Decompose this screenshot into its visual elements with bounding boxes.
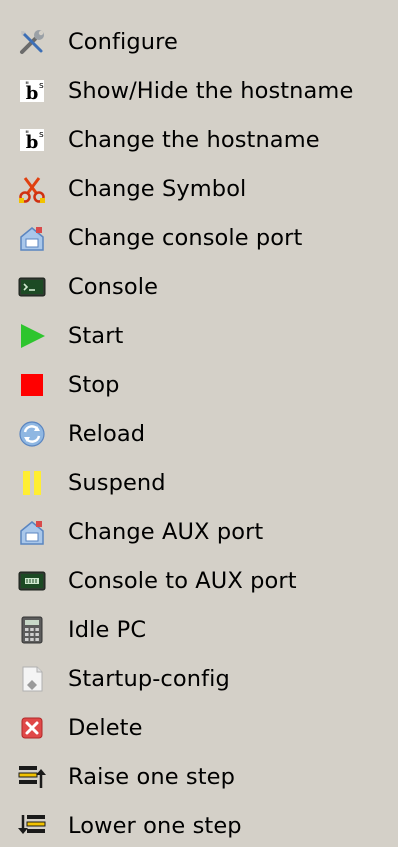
network-port-icon (14, 514, 50, 550)
svg-text:": " (25, 130, 29, 140)
menu-item-delete[interactable]: Delete (0, 703, 398, 752)
svg-text:": " (25, 81, 29, 91)
menu-item-change-symbol[interactable]: Change Symbol (0, 164, 398, 213)
menu-item-configure[interactable]: Configure (0, 17, 398, 66)
stop-icon (14, 367, 50, 403)
play-icon (14, 318, 50, 354)
menu-item-show-hide-hostname[interactable]: b " s Show/Hide the hostname (0, 66, 398, 115)
menu-item-console[interactable]: Console (0, 262, 398, 311)
menu-item-change-hostname[interactable]: b " s Change the hostname (0, 115, 398, 164)
menu-item-label: Lower one step (68, 812, 242, 839)
calculator-icon (14, 612, 50, 648)
menu-item-label: Delete (68, 714, 143, 741)
menu-item-label: Startup-config (68, 665, 230, 692)
hostname-text-icon: b " s (14, 73, 50, 109)
wrench-screwdriver-icon (14, 24, 50, 60)
menu-item-idle-pc[interactable]: Idle PC (0, 605, 398, 654)
network-port-icon (14, 220, 50, 256)
reload-icon (14, 416, 50, 452)
menu-item-stop[interactable]: Stop (0, 360, 398, 409)
scissors-icon (14, 171, 50, 207)
lower-layer-icon (14, 808, 50, 844)
menu-item-change-console-port[interactable]: Change console port (0, 213, 398, 262)
context-menu: Configure b " s Show/Hide the hostname b… (0, 0, 398, 847)
menu-item-console-to-aux-port[interactable]: Console to AUX port (0, 556, 398, 605)
menu-item-lower-one-step[interactable]: Lower one step (0, 801, 398, 850)
svg-text:s: s (39, 130, 44, 140)
aux-console-icon (14, 563, 50, 599)
delete-icon (14, 710, 50, 746)
hostname-text-icon: b " s (14, 122, 50, 158)
menu-item-label: Show/Hide the hostname (68, 77, 354, 104)
menu-item-label: Raise one step (68, 763, 235, 790)
menu-item-label: Configure (68, 28, 178, 55)
menu-item-label: Console to AUX port (68, 567, 297, 594)
menu-item-label: Change console port (68, 224, 303, 251)
menu-item-label: Reload (68, 420, 146, 447)
pause-icon (14, 465, 50, 501)
menu-item-label: Change AUX port (68, 518, 264, 545)
raise-layer-icon (14, 759, 50, 795)
menu-item-label: Stop (68, 371, 120, 398)
menu-item-start[interactable]: Start (0, 311, 398, 360)
menu-item-label: Change Symbol (68, 175, 247, 202)
menu-item-label: Suspend (68, 469, 166, 496)
config-document-icon (14, 661, 50, 697)
svg-text:s: s (39, 81, 44, 91)
menu-item-label: Start (68, 322, 124, 349)
menu-item-reload[interactable]: Reload (0, 409, 398, 458)
terminal-icon (14, 269, 50, 305)
menu-item-suspend[interactable]: Suspend (0, 458, 398, 507)
menu-item-label: Idle PC (68, 616, 147, 643)
menu-item-change-aux-port[interactable]: Change AUX port (0, 507, 398, 556)
menu-item-raise-one-step[interactable]: Raise one step (0, 752, 398, 801)
menu-item-label: Change the hostname (68, 126, 320, 153)
menu-item-startup-config[interactable]: Startup-config (0, 654, 398, 703)
menu-item-label: Console (68, 273, 159, 300)
